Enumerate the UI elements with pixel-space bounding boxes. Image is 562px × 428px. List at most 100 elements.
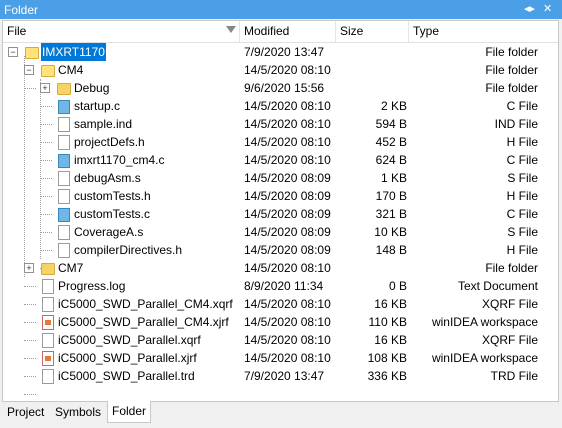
tree-row[interactable]: iC5000_SWD_Parallel.trd 7/9/2020 13:47 3… bbox=[3, 367, 558, 385]
tree-row[interactable]: compilerDirectives.h 14/5/2020 08:09 148… bbox=[3, 241, 558, 259]
modified-cell: 14/5/2020 08:10 bbox=[244, 261, 331, 275]
size-cell: 2 KB bbox=[380, 99, 407, 113]
c-file-icon bbox=[58, 154, 70, 168]
title-bar: Folder ◂▸ ✕ bbox=[0, 0, 562, 19]
tree-row[interactable]: + CM7 14/5/2020 08:10 File folder bbox=[3, 259, 558, 277]
file-icon bbox=[58, 171, 70, 186]
tree-item-label: iC5000_SWD_Parallel_CM4.xqrf bbox=[58, 297, 233, 311]
tree-row[interactable]: imxrt1170_cm4.c 14/5/2020 08:10 624 B C … bbox=[3, 151, 558, 169]
tree-row[interactable]: debugAsm.s 14/5/2020 08:09 1 KB S File bbox=[3, 169, 558, 187]
close-icon[interactable]: ✕ bbox=[543, 2, 552, 15]
collapse-icon[interactable]: − bbox=[24, 65, 34, 75]
tree-item-label: imxrt1170_cm4.c bbox=[74, 153, 165, 167]
tree-line bbox=[24, 394, 36, 395]
column-type-label: Type bbox=[413, 24, 440, 38]
size-cell bbox=[339, 79, 407, 97]
type-cell: File folder bbox=[485, 261, 538, 275]
size-cell bbox=[339, 259, 407, 277]
tree-item-label: iC5000_SWD_Parallel.xjrf bbox=[58, 351, 197, 365]
type-cell: H File bbox=[506, 243, 538, 257]
tree-row[interactable]: − CM4 14/5/2020 08:10 File folder bbox=[3, 61, 558, 79]
tree-item-label: compilerDirectives.h bbox=[74, 243, 183, 257]
tree-item-label: iC5000_SWD_Parallel.xqrf bbox=[58, 333, 201, 347]
tree-row[interactable]: iC5000_SWD_Parallel_CM4.xqrf 14/5/2020 0… bbox=[3, 295, 558, 313]
tree-row[interactable]: iC5000_SWD_Parallel.xjrf 14/5/2020 08:10… bbox=[3, 349, 558, 367]
size-cell: 108 KB bbox=[367, 351, 407, 365]
modified-cell: 7/9/2020 13:47 bbox=[244, 369, 325, 383]
tree-item-label: Debug bbox=[74, 81, 110, 95]
tree-row[interactable]: + Debug 9/6/2020 15:56 File folder bbox=[3, 79, 558, 97]
size-cell: 10 KB bbox=[374, 225, 407, 239]
type-cell: Text Document bbox=[457, 279, 538, 293]
type-cell: File folder bbox=[485, 45, 538, 59]
column-size-label: Size bbox=[340, 24, 364, 38]
tree-row[interactable]: iC5000_SWD_Parallel.xqrf 14/5/2020 08:10… bbox=[3, 331, 558, 349]
file-icon bbox=[42, 279, 54, 294]
tree-row[interactable]: CoverageA.s 14/5/2020 08:09 10 KB S File bbox=[3, 223, 558, 241]
type-cell: winIDEA workspace bbox=[431, 351, 538, 365]
modified-cell: 14/5/2020 08:10 bbox=[244, 315, 331, 329]
type-cell: XQRF File bbox=[481, 297, 538, 311]
expand-icon[interactable]: + bbox=[24, 263, 34, 273]
column-type[interactable]: Type bbox=[409, 21, 558, 42]
tree-row[interactable]: iC5000_SWD_Parallel_CM4.xjrf 14/5/2020 0… bbox=[3, 313, 558, 331]
type-cell: C File bbox=[506, 153, 538, 167]
c-file-icon bbox=[58, 100, 70, 114]
modified-cell: 14/5/2020 08:10 bbox=[244, 333, 331, 347]
column-file[interactable]: File bbox=[3, 21, 240, 42]
modified-cell: 14/5/2020 08:10 bbox=[244, 135, 331, 149]
modified-cell: 14/5/2020 08:10 bbox=[244, 297, 331, 311]
tree-row[interactable]: customTests.h 14/5/2020 08:09 170 B H Fi… bbox=[3, 187, 558, 205]
column-modified-label: Modified bbox=[244, 24, 290, 38]
expand-icon[interactable]: + bbox=[40, 83, 50, 93]
tree-item-label: iC5000_SWD_Parallel.trd bbox=[58, 369, 195, 383]
size-cell bbox=[339, 43, 407, 61]
tree-item-label: customTests.c bbox=[74, 207, 151, 221]
type-cell: S File bbox=[507, 171, 538, 185]
tree-row[interactable]: customTests.c 14/5/2020 08:09 321 B C Fi… bbox=[3, 205, 558, 223]
type-cell: H File bbox=[506, 135, 538, 149]
size-cell: 16 KB bbox=[374, 333, 407, 347]
tree-item-label: sample.ind bbox=[74, 117, 133, 131]
file-icon bbox=[58, 135, 70, 150]
modified-cell: 14/5/2020 08:10 bbox=[244, 351, 331, 365]
tree-item-label: CM7 bbox=[58, 261, 84, 275]
tree-item-label: debugAsm.s bbox=[74, 171, 141, 185]
folder-icon bbox=[25, 47, 39, 59]
type-cell: C File bbox=[506, 99, 538, 113]
tab-project[interactable]: Project bbox=[3, 402, 48, 422]
tree-row[interactable]: − IMXRT1170 7/9/2020 13:47 File folder bbox=[3, 43, 558, 61]
file-icon bbox=[42, 369, 54, 384]
tree-item-label: customTests.h bbox=[74, 189, 151, 203]
modified-cell: 14/5/2020 08:09 bbox=[244, 207, 331, 221]
tree-row[interactable]: startup.c 14/5/2020 08:10 2 KB C File bbox=[3, 97, 558, 115]
collapse-icon[interactable]: − bbox=[8, 47, 18, 57]
workspace-icon bbox=[42, 315, 54, 330]
file-icon bbox=[58, 117, 70, 132]
tab-folder[interactable]: Folder bbox=[107, 401, 152, 423]
tree-row[interactable]: sample.ind 14/5/2020 08:10 594 B IND Fil… bbox=[3, 115, 558, 133]
tree-item-label: CoverageA.s bbox=[74, 225, 144, 239]
column-file-label: File bbox=[7, 24, 27, 38]
tree-row[interactable]: projectDefs.h 14/5/2020 08:10 452 B H Fi… bbox=[3, 133, 558, 151]
tab-symbols[interactable]: Symbols bbox=[51, 402, 105, 422]
type-cell: C File bbox=[506, 207, 538, 221]
column-size[interactable]: Size bbox=[336, 21, 409, 42]
size-cell: 594 B bbox=[375, 117, 407, 131]
column-modified[interactable]: Modified bbox=[240, 21, 336, 42]
type-cell: TRD File bbox=[490, 369, 538, 383]
size-cell: 452 B bbox=[375, 135, 407, 149]
window-title: Folder bbox=[4, 3, 39, 17]
modified-cell: 14/5/2020 08:10 bbox=[244, 153, 331, 167]
folder-icon bbox=[41, 263, 55, 275]
file-icon bbox=[58, 189, 70, 204]
file-icon bbox=[42, 333, 54, 348]
size-cell: 16 KB bbox=[374, 297, 407, 311]
size-cell: 1 KB bbox=[380, 171, 407, 185]
size-cell: 110 KB bbox=[368, 315, 407, 329]
sort-indicator-icon bbox=[226, 26, 236, 33]
size-cell: 336 KB bbox=[367, 369, 407, 383]
tree-row[interactable]: Progress.log 8/9/2020 11:34 0 B Text Doc… bbox=[3, 277, 558, 295]
type-cell: File folder bbox=[485, 81, 538, 95]
pin-icon[interactable]: ◂▸ bbox=[524, 2, 535, 15]
